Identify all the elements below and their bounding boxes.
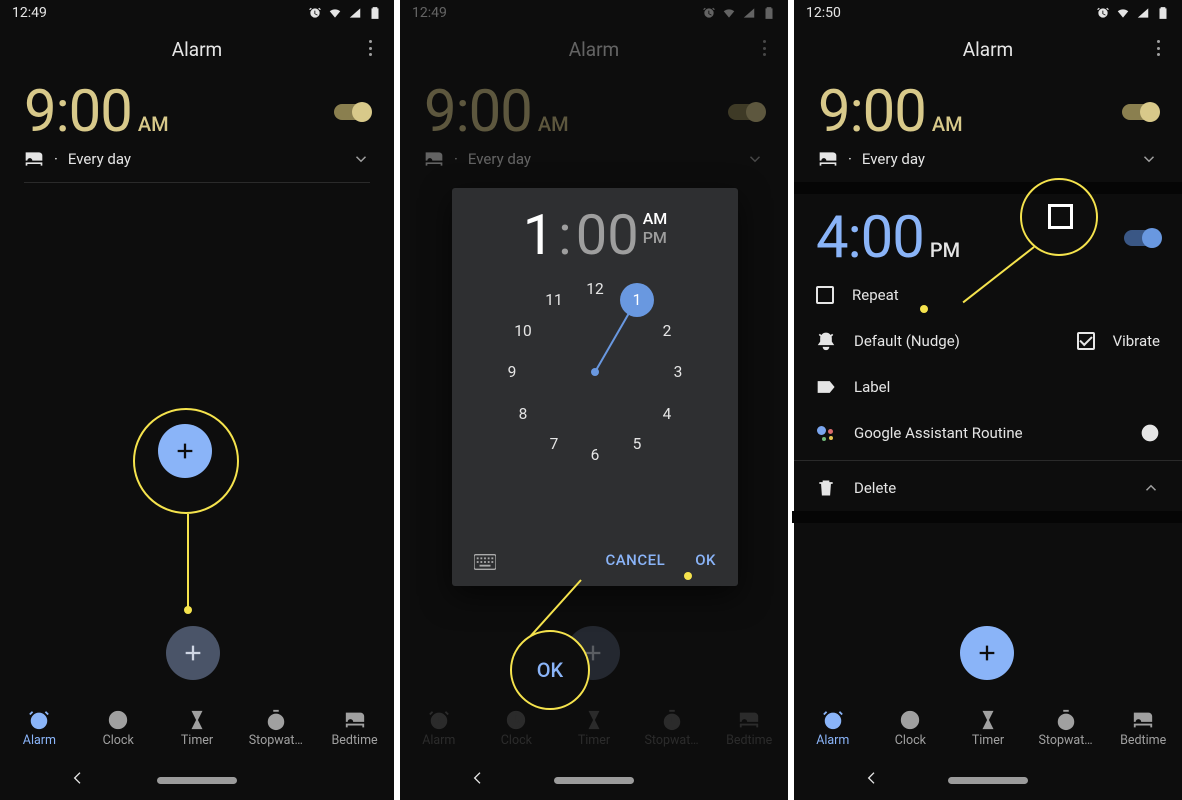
bottom-nav: Alarm Clock Timer Stopwat… Bedtime <box>400 696 788 760</box>
nav-bedtime[interactable]: Bedtime <box>1104 696 1182 760</box>
add-alarm-fab[interactable] <box>960 626 1014 680</box>
home-pill[interactable] <box>554 777 634 784</box>
nav-clock[interactable]: Clock <box>478 696 556 760</box>
status-time: 12:49 <box>12 5 47 21</box>
nav-stopwatch[interactable]: Stopwat… <box>1027 696 1105 760</box>
repeat-row[interactable]: Repeat <box>816 272 1160 318</box>
plus-circle-icon[interactable] <box>1140 423 1160 443</box>
battery-icon <box>368 6 382 20</box>
sound-row[interactable]: Default (Nudge) Vibrate <box>816 318 1160 364</box>
status-icons <box>308 6 382 20</box>
nav-alarm[interactable]: Alarm <box>0 696 79 760</box>
home-pill[interactable] <box>948 777 1028 784</box>
vibrate-checkbox[interactable] <box>1077 332 1095 350</box>
overflow-menu-icon[interactable] <box>754 38 774 58</box>
delete-row[interactable]: Delete <box>816 465 1160 511</box>
highlight-dot <box>920 305 928 313</box>
alarm-toggle[interactable] <box>1122 104 1158 120</box>
page-title: Alarm <box>172 38 222 61</box>
nav-stopwatch[interactable]: Stopwat… <box>633 696 711 760</box>
alarm-expand-row[interactable]: · Every day <box>24 150 370 183</box>
nav-bedtime[interactable]: Bedtime <box>710 696 788 760</box>
bell-icon <box>816 331 836 351</box>
chevron-down-icon <box>1140 150 1158 168</box>
wifi-icon <box>328 6 342 20</box>
status-bar: 12:49 <box>0 0 394 24</box>
nav-clock[interactable]: Clock <box>872 696 950 760</box>
alarm-status-icon <box>308 6 322 20</box>
page-title: Alarm <box>963 38 1013 61</box>
phone-3: 12:50 Alarm 9:00AM ·Every day 4:00PM <box>788 0 1182 800</box>
add-alarm-fab[interactable] <box>158 424 212 478</box>
alarm-toggle[interactable] <box>334 104 370 120</box>
nav-timer[interactable]: Timer <box>158 696 237 760</box>
status-bar: 12:49 <box>400 0 788 24</box>
repeat-checkbox[interactable] <box>816 286 834 304</box>
chevron-up-icon[interactable] <box>1142 479 1160 497</box>
nav-alarm[interactable]: Alarm <box>794 696 872 760</box>
add-alarm-fab-bottom[interactable] <box>166 626 220 680</box>
alarm-card: 9:00 AM · Every day <box>0 74 394 183</box>
clock-face[interactable]: 12 1 2 3 4 5 6 7 8 9 10 11 <box>495 272 695 472</box>
status-time: 12:49 <box>412 5 447 21</box>
alarm-time[interactable]: 9:00AM <box>818 78 963 146</box>
assistant-icon <box>816 423 836 443</box>
nav-timer[interactable]: Timer <box>555 696 633 760</box>
nav-stopwatch[interactable]: Stopwat… <box>236 696 315 760</box>
alarm-expanded-card: 4:00PM Repeat Default (Nudge) Vibrate La… <box>794 194 1182 523</box>
home-pill[interactable] <box>157 777 237 784</box>
phone-2: 12:49 Alarm 9:00AM ·Every day <box>394 0 788 800</box>
alarm-toggle[interactable] <box>1124 230 1160 246</box>
overflow-menu-icon[interactable] <box>1148 38 1168 58</box>
nav-timer[interactable]: Timer <box>949 696 1027 760</box>
picker-minute[interactable]: 00 <box>576 202 639 268</box>
back-icon[interactable] <box>70 770 86 790</box>
phone-1: 12:49 Alarm 9:00 AM · Every day <box>0 0 394 800</box>
ok-button[interactable]: OK <box>695 551 716 569</box>
picker-meridiem[interactable]: AM PM <box>643 202 668 247</box>
highlight-dot <box>184 606 192 614</box>
cancel-button[interactable]: CANCEL <box>605 551 665 569</box>
bottom-nav: Alarm Clock Timer Stopwat… Bedtime <box>0 696 394 760</box>
label-row[interactable]: Label <box>816 364 1160 410</box>
assistant-row[interactable]: Google Assistant Routine <box>816 410 1160 456</box>
bed-icon <box>24 152 44 166</box>
back-icon[interactable] <box>864 770 880 790</box>
alarm-time[interactable]: 4:00PM <box>816 204 960 272</box>
bottom-nav: Alarm Clock Timer Stopwat… Bedtime <box>794 696 1182 760</box>
alarm-time[interactable]: 9:00 AM <box>24 78 169 146</box>
highlight-line <box>187 514 189 611</box>
status-time: 12:50 <box>806 5 841 21</box>
back-icon[interactable] <box>470 770 486 790</box>
system-nav <box>0 760 394 800</box>
nav-clock[interactable]: Clock <box>79 696 158 760</box>
signal-icon <box>348 6 362 20</box>
overflow-menu-icon[interactable] <box>360 38 380 58</box>
nav-alarm[interactable]: Alarm <box>400 696 478 760</box>
trash-icon <box>816 478 836 498</box>
nav-bedtime[interactable]: Bedtime <box>315 696 394 760</box>
app-bar: Alarm <box>0 24 394 74</box>
picker-hour[interactable]: 1 <box>523 202 554 268</box>
highlight-dot <box>684 572 692 580</box>
chevron-down-icon <box>352 150 370 168</box>
alarm-expand-row[interactable]: ·Every day <box>818 150 1158 182</box>
time-picker-dialog: 1 : 00 AM PM 12 1 2 3 4 5 6 7 8 9 10 11 … <box>452 188 738 586</box>
label-icon <box>816 377 836 397</box>
